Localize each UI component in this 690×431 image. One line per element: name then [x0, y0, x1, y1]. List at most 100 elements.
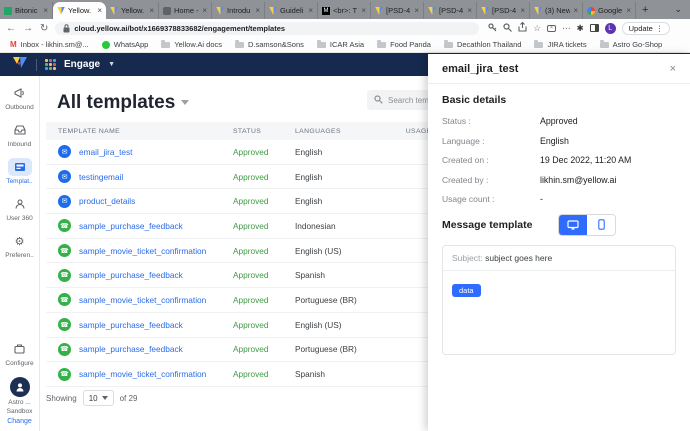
bookmark-inbox[interactable]: Inbox - likhin.sm@...	[10, 40, 89, 49]
browser-tab[interactable]: Introdu ×	[212, 2, 265, 19]
bookmark-folder[interactable]: JIRA tickets	[534, 40, 587, 49]
tab-search-chevron-icon[interactable]: ⌄	[674, 4, 682, 15]
preview-body: data	[443, 271, 675, 307]
browser-tab[interactable]: (3) New ×	[530, 2, 583, 19]
sidebar-item-preferences[interactable]: ⚙ Preferen..	[1, 232, 39, 260]
extension-badge-icon[interactable]: ×	[547, 24, 557, 32]
new-tab-button[interactable]: +	[642, 4, 648, 16]
bookmark-folder[interactable]: Food Panda	[377, 40, 431, 49]
close-icon[interactable]: ×	[670, 63, 676, 75]
status-badge: Approved	[233, 196, 269, 207]
template-name-link[interactable]: sample_movie_ticket_confirmation	[79, 295, 206, 305]
app-switcher-grid-icon[interactable]	[45, 59, 56, 70]
browser-tab[interactable]: <br>: T×	[318, 2, 371, 19]
message-preview-card: Subject: subject goes here data	[442, 244, 676, 355]
profile-avatar[interactable]: L	[604, 22, 616, 34]
tab-close-icon[interactable]: ×	[414, 6, 419, 15]
page-title: All templates	[57, 92, 190, 114]
bookmark-folder[interactable]: D.samson&Sons	[235, 40, 304, 49]
reload-icon[interactable]: ↻	[40, 23, 48, 34]
forward-icon[interactable]: →	[23, 23, 33, 34]
detail-row-created-by: Created by : likhin.sm@yellow.ai	[442, 174, 617, 185]
email-channel-icon	[58, 145, 71, 159]
template-name-link[interactable]: sample_purchase_feedback	[79, 320, 183, 330]
status-badge: Approved	[233, 369, 269, 380]
url-omnibox[interactable]: cloud.yellow.ai/bot/x1669378833682/engag…	[55, 21, 480, 35]
workspace-avatar[interactable]	[9, 377, 30, 398]
overflow-icon[interactable]: ⋯	[562, 23, 571, 34]
browser-tab[interactable]: Guideli ×	[265, 2, 318, 19]
message-template-title: Message template	[442, 218, 533, 231]
browser-tab[interactable]: Bitonic ×	[0, 2, 53, 19]
browser-tab[interactable]: [PSD-4 ×	[424, 2, 477, 19]
tab-close-icon[interactable]: ×	[467, 6, 472, 15]
tab-close-icon[interactable]: ×	[308, 6, 313, 15]
address-url: cloud.yellow.ai/bot/x1669378833682/engag…	[74, 23, 286, 33]
template-name-link[interactable]: testingemail	[79, 172, 123, 182]
browser-tab[interactable]: [PSD-4 ×	[477, 2, 530, 19]
tab-close-icon[interactable]: ×	[255, 6, 260, 15]
screen: Bitonic × Yellow. × Yellow. × Home - × Intro…	[0, 0, 690, 431]
chevron-down-icon	[101, 396, 108, 400]
bookmark-folder[interactable]: Astro Go-Shop	[599, 40, 662, 49]
bookmark-whatsapp[interactable]: WhatsApp	[101, 40, 148, 49]
tab-close-icon[interactable]: ×	[573, 6, 578, 15]
back-icon[interactable]: ←	[6, 23, 16, 34]
browser-tab[interactable]: Yellow. ×	[106, 2, 159, 19]
sidebar-item-outbound[interactable]: Outbound	[1, 84, 39, 111]
bookmark-folder[interactable]: ICAR Asia	[316, 40, 364, 49]
sidebar-item-configure[interactable]: Configure	[1, 340, 39, 367]
yellowai-favicon-icon	[57, 6, 65, 15]
bookmark-folder[interactable]: Decathlon Thailand	[443, 40, 521, 49]
browser-tab-active[interactable]: Yellow. ×	[53, 2, 106, 19]
tab-close-icon[interactable]: ×	[43, 6, 48, 15]
search-icon[interactable]	[503, 22, 513, 34]
key-icon[interactable]	[488, 22, 497, 34]
sidebar-item-templates[interactable]: Templat..	[1, 158, 39, 185]
product-name[interactable]: Engage	[64, 59, 100, 70]
template-name-link[interactable]: sample_movie_ticket_confirmation	[79, 369, 206, 379]
tab-close-icon[interactable]: ×	[202, 6, 207, 15]
gear-icon: ⚙	[14, 235, 25, 248]
sidebar-item-inbound[interactable]: Inbound	[1, 121, 39, 148]
template-name-link[interactable]: product_details	[79, 196, 135, 206]
whatsapp-channel-icon	[58, 244, 71, 258]
bookmark-star-icon[interactable]: ☆	[533, 23, 541, 34]
tab-close-icon[interactable]: ×	[149, 6, 154, 15]
template-name-link[interactable]: sample_movie_ticket_confirmation	[79, 246, 206, 256]
extensions-puzzle-icon[interactable]: ✱	[577, 23, 584, 34]
mobile-preview-button[interactable]	[587, 214, 616, 235]
yellowai-logo-icon[interactable]	[12, 56, 28, 74]
status-badge: Approved	[233, 146, 269, 157]
status-badge: Approved	[233, 270, 269, 281]
yellowai-favicon-icon	[428, 6, 436, 15]
tab-close-icon[interactable]: ×	[520, 6, 525, 15]
browser-tab[interactable]: Google ×	[583, 2, 636, 19]
tab-close-icon[interactable]: ×	[97, 6, 102, 15]
desktop-preview-button[interactable]	[559, 214, 588, 235]
sidebar-item-user-360[interactable]: User 360	[1, 195, 39, 222]
template-name-link[interactable]: sample_purchase_feedback	[79, 221, 183, 231]
language-cell: English	[295, 171, 323, 182]
title-chevron-down-icon[interactable]	[181, 100, 190, 106]
tab-close-icon[interactable]: ×	[361, 6, 366, 15]
preview-subject-row: Subject: subject goes here	[443, 246, 675, 271]
tab-close-icon[interactable]: ×	[626, 6, 631, 15]
browser-tab[interactable]: Home - ×	[159, 2, 212, 19]
change-workspace-link[interactable]: Change	[7, 418, 32, 425]
template-name-link[interactable]: email_jira_test	[79, 147, 133, 157]
product-chevron-down-icon[interactable]: ▼	[108, 61, 115, 68]
search-icon	[374, 91, 383, 109]
template-name-link[interactable]: sample_purchase_feedback	[79, 344, 183, 354]
bookmark-folder[interactable]: Yellow.Ai docs	[161, 40, 222, 49]
browser-tab[interactable]: [PSD-4 ×	[371, 2, 424, 19]
page-size-select[interactable]: 10	[82, 390, 114, 406]
side-panel-icon[interactable]	[589, 24, 599, 32]
whatsapp-channel-icon	[58, 293, 71, 307]
folder-icon	[161, 40, 171, 48]
update-button[interactable]: Update ⋮	[621, 21, 671, 35]
panel-title: email_jira_test	[442, 62, 519, 75]
language-cell: English	[295, 146, 323, 157]
template-name-link[interactable]: sample_purchase_feedback	[79, 270, 183, 280]
share-icon[interactable]	[518, 21, 527, 34]
